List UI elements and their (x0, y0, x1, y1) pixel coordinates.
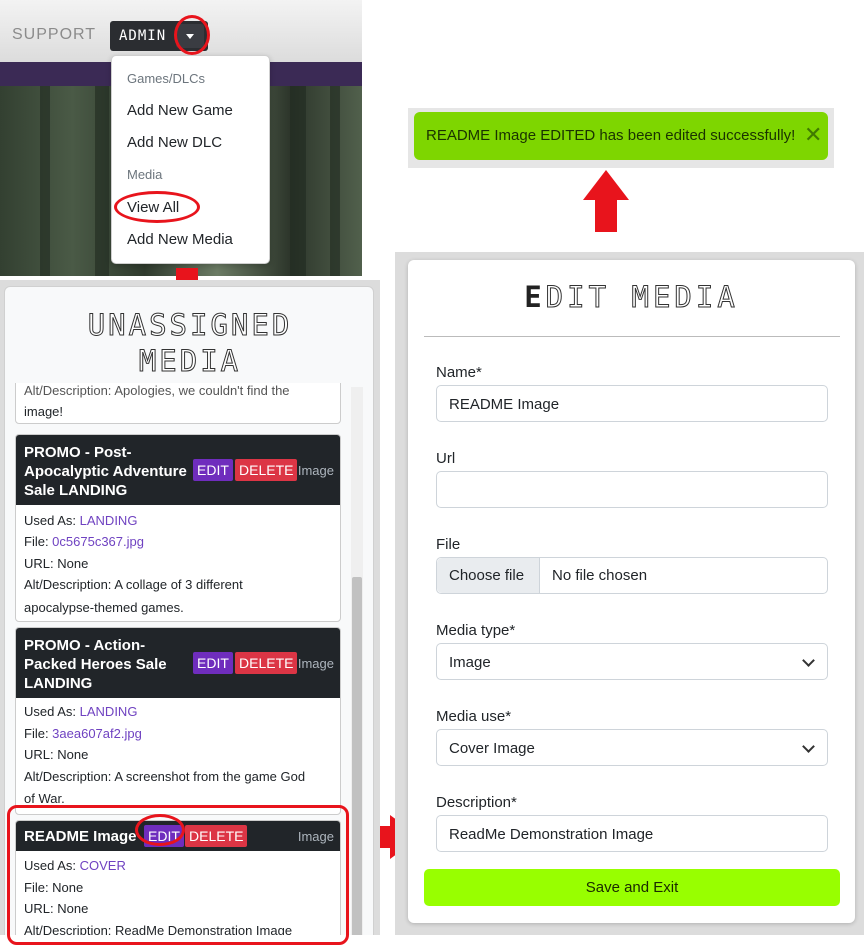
dropdown-header-games: Games/DLCs (127, 71, 206, 86)
media-title-line: Packed Heroes Sale (24, 656, 167, 673)
media-title-line: PROMO - Action- (24, 637, 146, 654)
tree-trunk (95, 86, 109, 276)
toast-message: README Image EDITED has been edited succ… (426, 127, 796, 144)
tree-trunk (330, 86, 340, 276)
save-and-exit-button[interactable]: Save and Exit (424, 869, 840, 906)
menu-item-add-dlc[interactable]: Add New DLC (127, 134, 222, 151)
form-title: EDIT MEDIA (408, 280, 855, 315)
used-as-label: Used As: (24, 513, 80, 528)
menu-item-add-media[interactable]: Add New Media (127, 231, 233, 248)
media-title-line: LANDING (24, 675, 93, 692)
delete-button[interactable]: DELETE (235, 652, 298, 674)
media-card: PROMO - Action- Packed Heroes Sale LANDI… (15, 627, 341, 815)
page-title-line2: MEDIA (138, 344, 242, 379)
url-input[interactable] (436, 471, 828, 508)
tree-trunk (290, 86, 306, 276)
highlight-circle (135, 814, 185, 846)
media-description: apocalypse-themed games. (24, 600, 184, 615)
nav-admin-label: ADMIN (119, 28, 167, 44)
toast-screenshot: README Image EDITED has been edited succ… (408, 108, 834, 168)
media-type-badge: Image (297, 656, 334, 671)
media-type-select[interactable]: Image (436, 643, 828, 680)
form-title-initial: E (524, 280, 546, 314)
file-link[interactable]: 0c5675c367.jpg (52, 534, 144, 549)
page-title-line1: UNASSIGNED (87, 308, 293, 343)
highlight-circle (114, 191, 200, 223)
media-description: Alt/Description: A collage of 3 differen… (24, 577, 243, 592)
description-label: Description* (436, 794, 517, 811)
file-label: File: (24, 534, 53, 549)
media-description: Alt/Description: Apologies, we couldn't … (24, 383, 290, 398)
media-url: URL: None (24, 556, 89, 571)
media-use-label: Media use* (436, 708, 512, 725)
divider (424, 336, 840, 337)
media-card-partial: Alt/Description: Apologies, we couldn't … (15, 383, 341, 424)
media-used-as: Used As: LANDING (24, 510, 137, 532)
delete-button[interactable]: DELETE (235, 459, 298, 481)
description-input[interactable]: ReadMe Demonstration Image (436, 815, 828, 852)
media-url: URL: None (24, 747, 89, 762)
tree-trunk (40, 86, 50, 276)
menu-item-add-game[interactable]: Add New Game (127, 102, 233, 119)
admin-dropdown-menu: Games/DLCs Add New Game Add New DLC Medi… (111, 55, 270, 264)
page-title: UNASSIGNED MEDIA (5, 307, 375, 379)
url-label: Url (436, 450, 456, 467)
choose-file-button[interactable]: Choose file (437, 558, 540, 593)
scrollbar-thumb[interactable] (352, 577, 362, 935)
media-type-badge: Image (297, 463, 334, 478)
scrollbar[interactable] (351, 387, 363, 935)
form-title-rest: DIT MEDIA (545, 280, 739, 315)
edit-media-form: EDIT MEDIA Name* README Image Url File C… (408, 260, 855, 923)
edit-media-screenshot: EDIT MEDIA Name* README Image Url File C… (395, 252, 864, 935)
used-as-link[interactable]: LANDING (80, 704, 138, 719)
file-status-text: No file chosen (552, 567, 648, 584)
file-label: File: (24, 726, 53, 741)
media-title: PROMO - Post- Apocalyptic Adventure Sale… (24, 443, 187, 500)
dropdown-header-media: Media (127, 167, 163, 182)
used-as-label: Used As: (24, 704, 80, 719)
media-description: Alt/Description: A screenshot from the g… (24, 769, 306, 784)
media-card: PROMO - Post- Apocalyptic Adventure Sale… (15, 434, 341, 622)
media-description: image! (24, 404, 64, 419)
success-toast: README Image EDITED has been edited succ… (414, 112, 828, 160)
media-title-line: Sale LANDING (24, 482, 128, 499)
media-card-header: PROMO - Action- Packed Heroes Sale LANDI… (16, 628, 340, 698)
media-card-header: PROMO - Post- Apocalyptic Adventure Sale… (16, 435, 340, 505)
media-use-select[interactable]: Cover Image (436, 729, 828, 766)
file-input[interactable]: Choose file No file chosen (436, 557, 828, 594)
edit-button[interactable]: EDIT (193, 459, 233, 481)
media-title: PROMO - Action- Packed Heroes Sale LANDI… (24, 636, 167, 693)
media-type-value: Image (449, 654, 491, 671)
media-file: File: 0c5675c367.jpg (24, 531, 144, 553)
name-label: Name* (436, 364, 482, 381)
media-title-line: Apocalyptic Adventure (24, 463, 187, 480)
close-icon[interactable]: ✕ (804, 124, 822, 146)
media-used-as: Used As: LANDING (24, 701, 137, 723)
name-input[interactable]: README Image (436, 385, 828, 422)
file-link[interactable]: 3aea607af2.jpg (52, 726, 142, 741)
edit-button[interactable]: EDIT (193, 652, 233, 674)
nav-support-link[interactable]: SUPPORT (12, 26, 96, 44)
media-type-label: Media type* (436, 622, 516, 639)
used-as-link[interactable]: LANDING (80, 513, 138, 528)
highlight-circle (174, 15, 210, 55)
media-file: File: 3aea607af2.jpg (24, 723, 142, 745)
media-title-line: PROMO - Post- (24, 444, 132, 461)
media-use-value: Cover Image (449, 740, 535, 757)
file-label: File (436, 536, 461, 553)
